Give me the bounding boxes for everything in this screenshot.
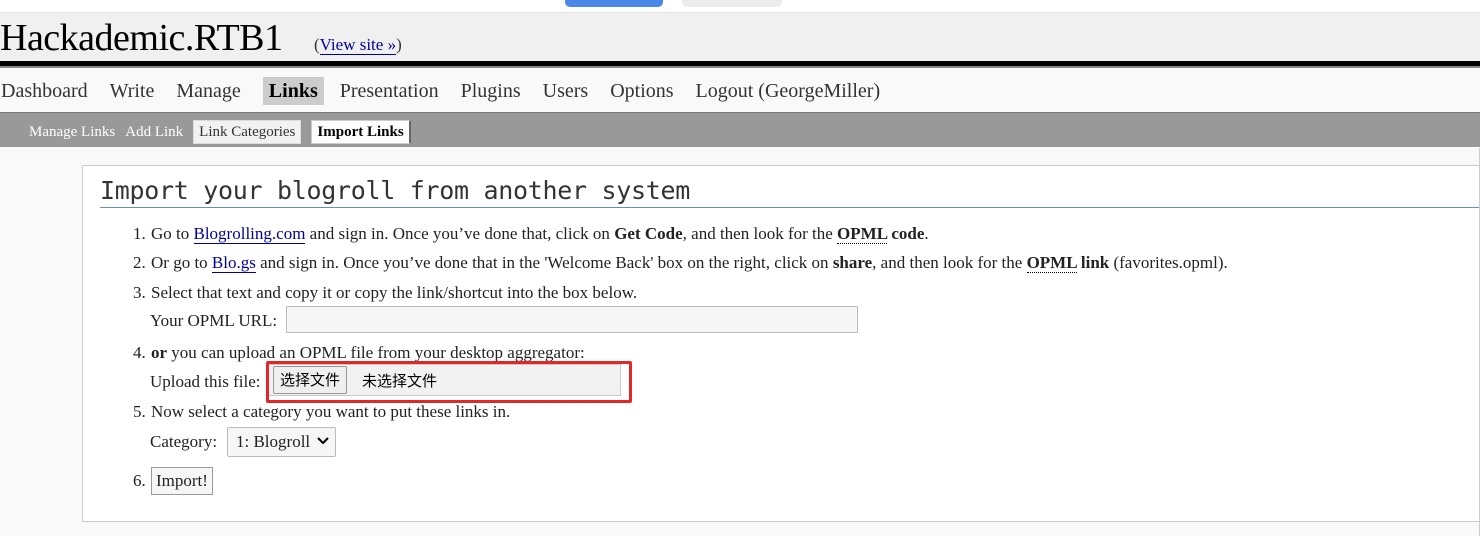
import-button[interactable]: Import! <box>151 467 213 495</box>
nav-options[interactable]: Options <box>610 77 682 105</box>
browser-tab-active[interactable] <box>565 0 663 7</box>
step-text: (favorites.opml). <box>1109 253 1228 272</box>
step-text: you can upload an OPML file from your de… <box>167 343 585 362</box>
step-text: Go to <box>151 224 194 243</box>
upload-file-label: Upload this file: <box>150 372 261 391</box>
opml-url-label: Your OPML URL: <box>150 311 278 330</box>
nav-users[interactable]: Users <box>543 77 598 105</box>
step-4: 4. or you can upload an OPML file from yo… <box>133 343 585 363</box>
get-code-text: Get Code <box>614 224 683 243</box>
opml-abbr: OPML <box>1026 253 1077 273</box>
step-2: 2. Or go to Blo.gs and sign in. Once you’… <box>133 253 1228 273</box>
browser-chrome <box>0 0 1480 12</box>
chevron-down-icon <box>317 437 329 445</box>
step-number: 1. <box>133 224 146 243</box>
step-text: Now select a category you want to put th… <box>151 402 511 421</box>
subnav-link-categories[interactable]: Link Categories <box>193 120 302 144</box>
category-selected-value: 1: Blogroll <box>236 432 311 451</box>
header-divider-shadow <box>0 66 1480 68</box>
import-panel: Import your blogroll from another system… <box>82 165 1480 522</box>
code-text: code <box>887 224 925 243</box>
sub-nav: Manage Links Add Link Link Categories Im… <box>0 112 1480 147</box>
step-1: 1. Go to Blogrolling.com and sign in. Onc… <box>133 224 929 244</box>
category-label: Category: <box>150 432 218 451</box>
view-site-paren-close: ) <box>396 35 402 54</box>
step-text: . <box>924 224 929 243</box>
blogs-link[interactable]: Blo.gs <box>211 253 256 273</box>
opml-abbr: OPML <box>837 224 888 244</box>
site-header: Hackademic.RTB1 (View site ») <box>0 12 1480 61</box>
link-text: link <box>1076 253 1110 272</box>
step-text: Select that text and copy it or copy the… <box>151 283 638 302</box>
main-nav: Dashboard Write Manage Links Presentatio… <box>0 70 1480 112</box>
subnav-manage-links[interactable]: Manage Links <box>29 121 115 143</box>
blogrolling-link[interactable]: Blogrolling.com <box>193 224 306 244</box>
choose-file-button[interactable]: 选择文件 <box>273 366 348 394</box>
step-number: 3. <box>133 283 146 302</box>
or-text: or <box>151 343 168 362</box>
step-number: 6. <box>133 471 146 490</box>
subnav-import-links[interactable]: Import Links <box>311 120 411 144</box>
step-text: and sign in. Once you’ve done that in th… <box>255 253 833 272</box>
nav-dashboard[interactable]: Dashboard <box>0 77 97 105</box>
subnav-add-link[interactable]: Add Link <box>125 121 183 143</box>
step-text: Or go to <box>151 253 212 272</box>
step-number: 4. <box>133 343 146 362</box>
view-site-paren-open: ( <box>314 35 320 54</box>
opml-url-input[interactable] <box>286 306 858 333</box>
nav-presentation[interactable]: Presentation <box>340 77 448 105</box>
step-number: 5. <box>133 402 146 421</box>
view-site-link[interactable]: View site » <box>319 35 397 55</box>
nav-plugins[interactable]: Plugins <box>461 77 530 105</box>
step-text: and sign in. Once you’ve done that, clic… <box>305 224 615 243</box>
nav-write[interactable]: Write <box>110 77 164 105</box>
step-3: 3. Select that text and copy it or copy t… <box>133 283 638 303</box>
nav-logout[interactable]: Logout (GeorgeMiller) <box>696 77 890 105</box>
file-status-text: 未选择文件 <box>362 372 438 390</box>
share-text: share <box>832 253 873 272</box>
page-title: Import your blogroll from another system <box>100 174 1480 208</box>
view-site-wrap: (View site ») <box>314 35 402 55</box>
step-text: , and then look for the <box>682 224 838 243</box>
step-5: 5. Now select a category you want to put … <box>133 402 511 422</box>
step-number: 2. <box>133 253 146 272</box>
site-title: Hackademic.RTB1 <box>0 17 283 59</box>
nav-links[interactable]: Links <box>262 77 324 105</box>
file-upload-field[interactable]: 选择文件 未选择文件 <box>268 364 621 396</box>
nav-manage[interactable]: Manage <box>176 77 249 105</box>
step-text: , and then look for the <box>872 253 1027 272</box>
browser-tab[interactable] <box>682 0 782 7</box>
category-select[interactable]: 1: Blogroll <box>227 427 336 457</box>
